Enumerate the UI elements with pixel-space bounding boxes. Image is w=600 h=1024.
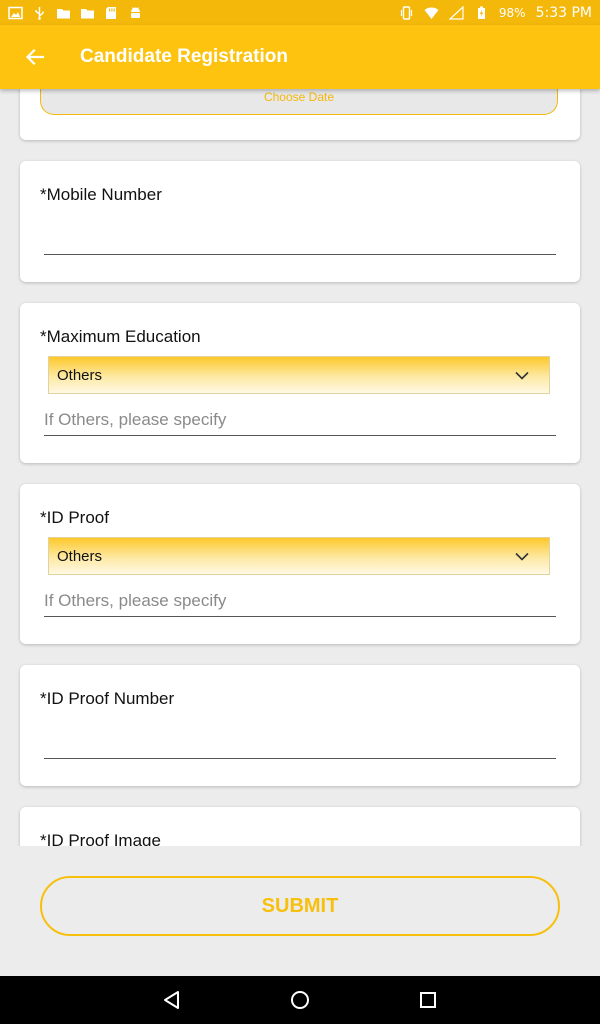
notification-icons — [8, 6, 143, 20]
image-icon — [8, 6, 23, 20]
nav-recents-button[interactable] — [416, 988, 440, 1012]
id-proof-number-label: *ID Proof Number — [40, 689, 175, 708]
signal-icon — [448, 5, 464, 20]
battery-percentage: 98% — [498, 5, 526, 20]
submit-area: SUBMIT — [0, 846, 600, 976]
wifi-icon — [424, 6, 439, 20]
status-bar: 98% 5:33 PM — [0, 0, 600, 25]
mobile-number-label: *Mobile Number — [40, 185, 162, 204]
back-button[interactable] — [0, 25, 70, 89]
nav-home-button[interactable] — [288, 988, 312, 1012]
choose-date-label: Choose Date — [263, 90, 335, 104]
mobile-number-input[interactable] — [44, 224, 556, 255]
sd-card-icon — [104, 6, 119, 20]
chevron-down-icon — [515, 552, 529, 561]
page-title: Candidate Registration — [80, 46, 288, 67]
app-bar: Candidate Registration — [0, 25, 600, 89]
id-proof-image-card: *ID Proof Image — [20, 807, 580, 846]
maximum-education-card: *Maximum Education Others — [20, 303, 580, 463]
id-proof-number-input[interactable] — [44, 728, 556, 759]
folder-icon — [56, 6, 71, 20]
education-dropdown[interactable]: Others — [48, 356, 550, 394]
education-selected-value: Others — [57, 366, 103, 384]
id-proof-dropdown[interactable]: Others — [48, 537, 550, 575]
android-icon — [128, 6, 143, 20]
clock: 5:33 PM — [535, 4, 592, 21]
submit-button[interactable]: SUBMIT — [40, 876, 560, 936]
form-scroll-area[interactable]: Choose Date *Mobile Number *Maximum Educ… — [0, 89, 600, 846]
home-circle-icon — [291, 991, 309, 1009]
id-proof-label: *ID Proof — [40, 508, 109, 527]
vibrate-icon — [399, 5, 414, 20]
mobile-number-card: *Mobile Number — [20, 161, 580, 282]
education-specify-input[interactable] — [44, 405, 556, 436]
back-triangle-icon — [164, 991, 179, 1009]
arrow-back-icon — [25, 48, 45, 66]
navigation-bar — [0, 976, 600, 1024]
id-proof-image-label: *ID Proof Image — [40, 831, 161, 846]
id-proof-selected-value: Others — [57, 547, 103, 565]
chevron-down-icon — [515, 371, 529, 380]
id-proof-number-card: *ID Proof Number — [20, 665, 580, 786]
id-proof-specify-input[interactable] — [44, 586, 556, 617]
recents-square-icon — [420, 992, 436, 1008]
choose-date-button[interactable]: Choose Date — [40, 89, 558, 115]
date-card: Choose Date — [20, 89, 580, 140]
id-proof-card: *ID Proof Others — [20, 484, 580, 644]
battery-charging-icon — [474, 6, 489, 20]
maximum-education-label: *Maximum Education — [40, 327, 201, 346]
folder-icon — [80, 6, 95, 20]
system-status-icons: 98% 5:33 PM — [399, 5, 592, 21]
usb-icon — [32, 6, 47, 20]
nav-back-button[interactable] — [160, 988, 184, 1012]
